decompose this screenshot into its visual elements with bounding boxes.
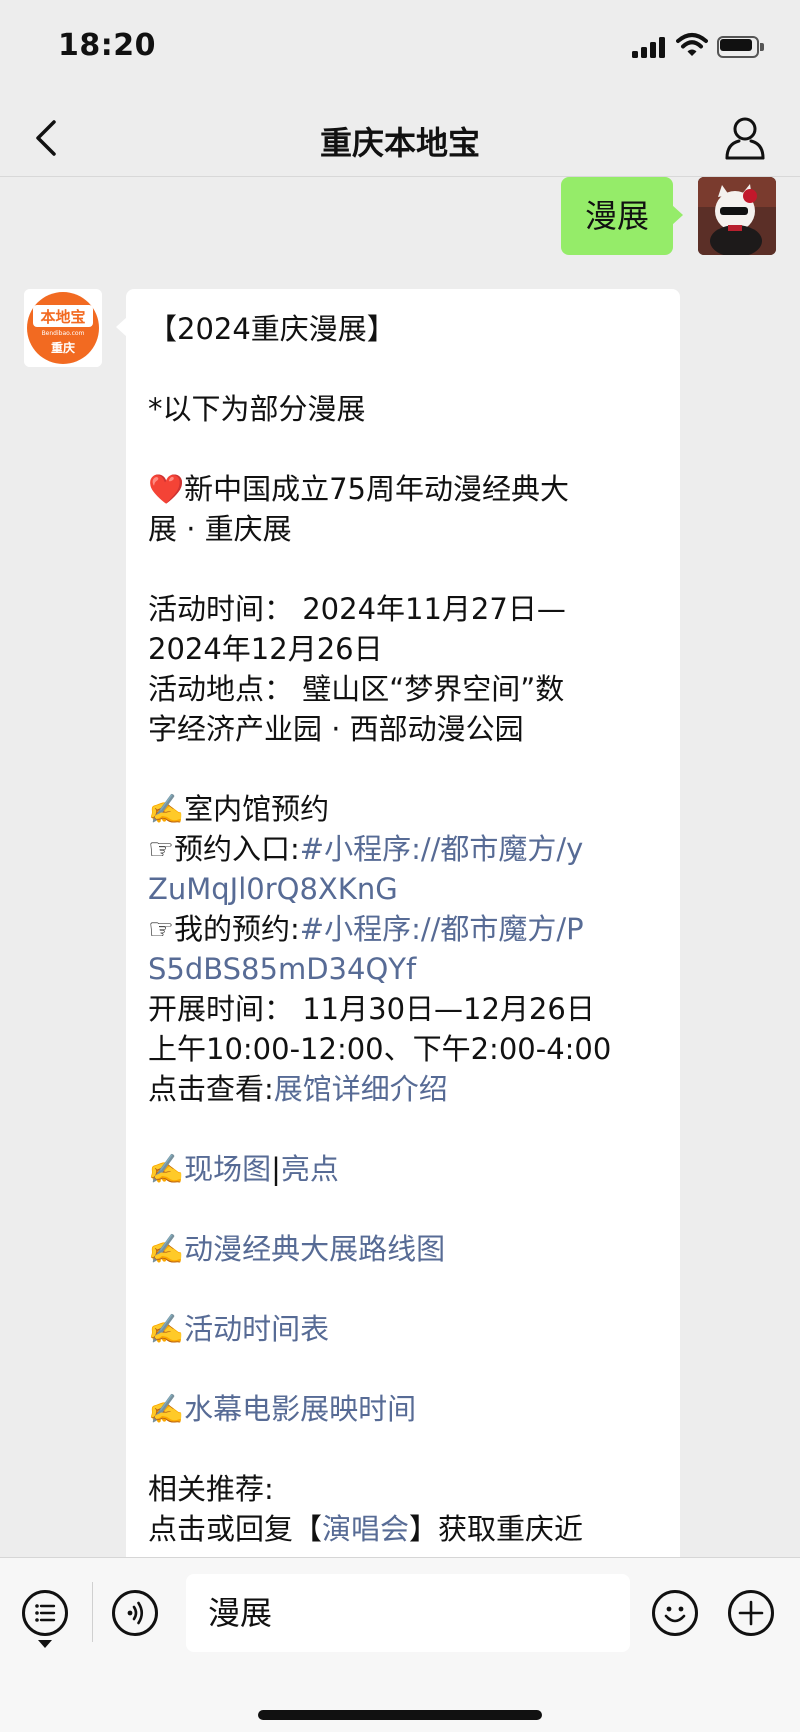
message-input[interactable]: 漫展 — [186, 1574, 630, 1652]
writing-hand-icon: ✍️ — [148, 792, 185, 826]
entry-label: ☞预约入口: — [148, 832, 300, 866]
reply-suffix: 】获取重庆近 — [409, 1512, 584, 1546]
entry-link-cont[interactable]: ZuMqJl0rQ8XKnG — [148, 869, 678, 909]
event-place-cont: 字经济产业园 · 西部动漫公园 — [148, 712, 524, 746]
bot-avatar[interactable]: 本地宝 Bendibao.com 重庆 — [24, 289, 102, 367]
plus-icon[interactable] — [728, 1590, 774, 1636]
water-film-link[interactable]: 水幕电影展映时间 — [184, 1392, 416, 1426]
divider — [92, 1582, 93, 1642]
nav-bar: 重庆本地宝 — [0, 100, 800, 177]
voice-icon[interactable] — [112, 1590, 158, 1636]
message-note: *以下为部分漫展 — [148, 392, 366, 426]
logo-top-text: 本地宝 — [40, 308, 85, 326]
user-icon[interactable] — [722, 114, 768, 162]
page-title: 重庆本地宝 — [319, 124, 480, 162]
home-indicator[interactable] — [258, 1710, 542, 1720]
writing-hand-icon: ✍️ — [148, 1312, 185, 1346]
user-message-text: 漫展 — [584, 197, 649, 235]
click-label: 点击查看: — [148, 1072, 274, 1106]
logo-city-text: 重庆 — [51, 340, 75, 355]
chat-area[interactable]: 漫展 本地宝 Bendibao.com 重庆 【2024重庆漫展】 *以下为部分… — [0, 177, 800, 1557]
route-map-link[interactable]: 动漫经典大展路线图 — [184, 1232, 445, 1266]
writing-hand-icon: ✍️ — [148, 1392, 185, 1426]
my-booking-link-cont[interactable]: S5dBS85mD34QYf — [148, 949, 678, 989]
bot-message-text: 【2024重庆漫展】 *以下为部分漫展 ❤️新中国成立75周年动漫经典大 展 ·… — [148, 309, 678, 1549]
my-booking-link[interactable]: #小程序://都市魔方/P — [300, 912, 584, 946]
event-place: 活动地点： 璧山区“梦界空间”数 — [148, 672, 565, 706]
event-time-cont: 2024年12月26日 — [148, 632, 383, 666]
bot-message-bubble[interactable]: 【2024重庆漫展】 *以下为部分漫展 ❤️新中国成立75周年动漫经典大 展 ·… — [116, 289, 680, 1557]
signal-icon — [632, 36, 668, 58]
event-time: 活动时间： 2024年11月27日— — [148, 592, 566, 626]
open-time: 开展时间： 11月30日—12月26日 — [148, 992, 595, 1026]
scene-photos-link[interactable]: 现场图 — [184, 1152, 271, 1186]
status-bar: 18:20 — [0, 0, 800, 100]
input-bar: 漫展 — [0, 1557, 800, 1732]
message-title: 【2024重庆漫展】 — [148, 312, 396, 346]
user-avatar[interactable] — [698, 177, 776, 255]
menu-dropdown-icon — [38, 1640, 52, 1648]
concert-link[interactable]: 演唱会 — [322, 1512, 409, 1546]
entry-link[interactable]: #小程序://都市魔方/y — [300, 832, 584, 866]
heart-icon: ❤️ — [148, 472, 185, 506]
status-time: 18:20 — [58, 28, 156, 63]
event-name: 新中国成立75周年动漫经典大 — [184, 472, 570, 506]
wifi-icon — [676, 33, 708, 56]
user-message-bubble[interactable]: 漫展 — [561, 177, 683, 255]
writing-hand-icon: ✍️ — [148, 1152, 185, 1186]
highlights-link[interactable]: 亮点 — [281, 1152, 339, 1186]
menu-list-icon[interactable] — [22, 1590, 68, 1636]
separator: | — [271, 1152, 281, 1186]
venue-detail-link[interactable]: 展馆详细介绍 — [274, 1072, 448, 1106]
reply-prefix: 点击或回复【 — [148, 1512, 323, 1546]
writing-hand-icon: ✍️ — [148, 1232, 185, 1266]
event-name-cont: 展 · 重庆展 — [148, 512, 292, 546]
battery-icon — [717, 36, 765, 58]
emoji-icon[interactable] — [652, 1590, 698, 1636]
related-heading: 相关推荐: — [148, 1472, 274, 1506]
open-hours: 上午10:00-12:00、下午2:00-4:00 — [148, 1032, 612, 1066]
my-booking-label: ☞我的预约: — [148, 912, 300, 946]
indoor-heading: 室内馆预约 — [184, 792, 330, 826]
schedule-link[interactable]: 活动时间表 — [184, 1312, 329, 1346]
logo-sub-text: Bendibao.com — [42, 330, 85, 337]
